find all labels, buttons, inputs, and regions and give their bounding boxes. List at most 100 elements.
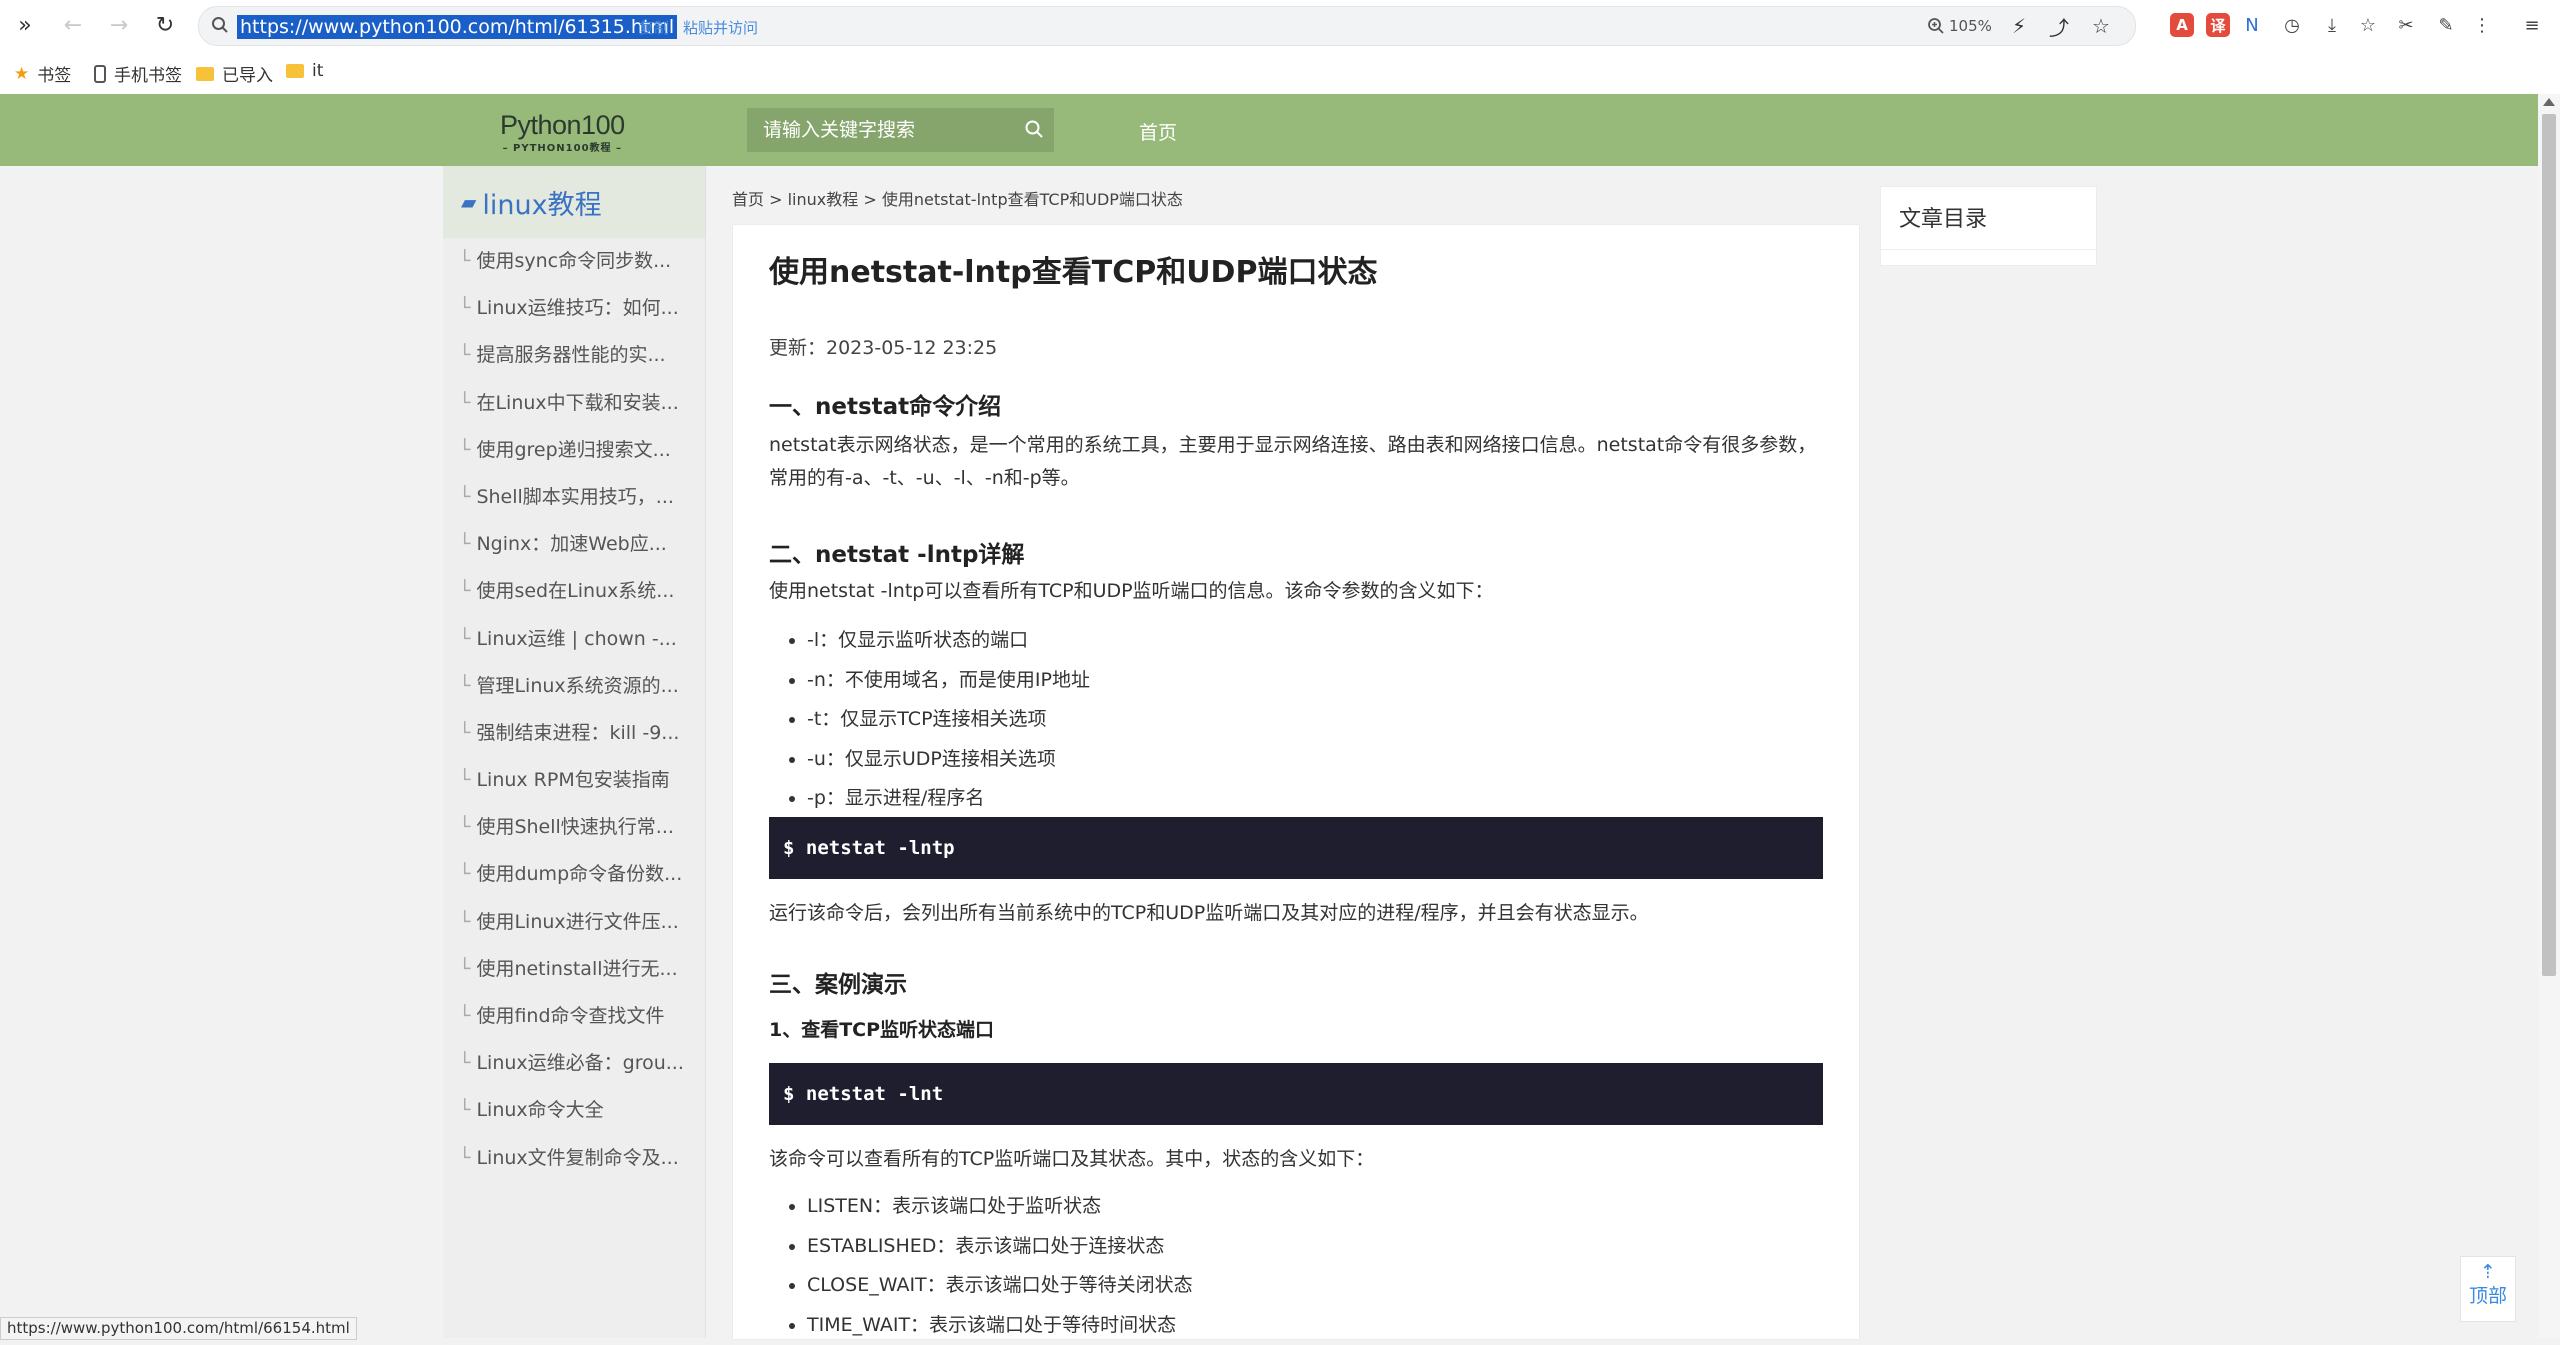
zoom-icon bbox=[1927, 17, 1945, 35]
tree-branch-icon: └ bbox=[459, 297, 470, 319]
sidebar-item[interactable]: └使用grep递归搜索文... bbox=[443, 427, 705, 474]
tree-branch-icon: └ bbox=[459, 344, 470, 366]
sidebar-item[interactable]: └强制结束进程：kill -9... bbox=[443, 710, 705, 757]
sidebar-list: └使用sync命令同步数... └Linux运维技巧：如何... └提高服务器性… bbox=[443, 238, 705, 1182]
pen-icon[interactable]: ✎ bbox=[2432, 11, 2460, 39]
tree-branch-icon: └ bbox=[459, 486, 470, 508]
status-bar-url: https://www.python100.com/html/66154.htm… bbox=[0, 1317, 357, 1340]
tree-branch-icon: └ bbox=[459, 911, 470, 933]
sidebar-item[interactable]: └使用netinstall进行无... bbox=[443, 946, 705, 993]
code-block: $ netstat -lntp bbox=[769, 817, 1823, 879]
bookmark-item[interactable]: 已导入 bbox=[196, 61, 273, 86]
site-search bbox=[747, 108, 1054, 152]
options-list: -l：仅显示监听状态的端口 -n：不使用域名，而是使用IP地址 -t：仅显示TC… bbox=[773, 621, 1090, 819]
subsection-heading: 1、查看TCP监听状态端口 bbox=[769, 1015, 994, 1042]
list-item: -u：仅显示UDP连接相关选项 bbox=[807, 740, 1090, 780]
page-scrollbar[interactable] bbox=[2538, 94, 2560, 1338]
search-input[interactable] bbox=[761, 118, 1020, 142]
sidebar-item[interactable]: └使用Shell快速执行常... bbox=[443, 804, 705, 851]
pdf-extension-icon[interactable]: A bbox=[2170, 13, 2194, 37]
zoom-indicator[interactable]: 105% bbox=[1927, 17, 1992, 35]
paragraph: 该命令可以查看所有的TCP监听端口及其状态。其中，状态的含义如下： bbox=[769, 1143, 1823, 1176]
copy-button[interactable]: 复制 bbox=[639, 17, 669, 38]
paste-visit-button[interactable]: 粘贴并访问 bbox=[683, 17, 758, 38]
tree-branch-icon: └ bbox=[459, 1052, 470, 1074]
sidebar-item[interactable]: └Linux运维必备：grou... bbox=[443, 1040, 705, 1087]
address-bar[interactable]: https://www.python100.com/html/61315.htm… bbox=[198, 6, 2136, 46]
scissors-icon[interactable]: ✂ bbox=[2392, 11, 2420, 39]
breadcrumb: 首页 > linux教程 > 使用netstat-lntp查看TCP和UDP端口… bbox=[732, 186, 1183, 210]
article-update-time: 更新：2023-05-12 23:25 bbox=[769, 333, 997, 360]
tree-branch-icon: └ bbox=[459, 1005, 470, 1027]
tree-branch-icon: └ bbox=[459, 250, 470, 272]
bookmark-item[interactable]: it bbox=[286, 61, 323, 81]
more-icon[interactable]: ⋮ bbox=[2468, 11, 2496, 39]
book-icon: ▰ bbox=[461, 190, 476, 214]
list-item: CLOSE_WAIT：表示该端口处于等待关闭状态 bbox=[807, 1266, 1193, 1306]
tree-branch-icon: └ bbox=[459, 439, 470, 461]
tree-branch-icon: └ bbox=[459, 675, 470, 697]
site-header: Python100 – PYTHON100教程 – 首页 bbox=[0, 94, 2538, 166]
breadcrumb-category[interactable]: linux教程 bbox=[788, 190, 859, 209]
sidebar-item[interactable]: └Linux运维 | chown -... bbox=[443, 616, 705, 663]
tree-branch-icon: └ bbox=[459, 863, 470, 885]
tree-branch-icon: └ bbox=[459, 533, 470, 555]
translate-extension-icon[interactable]: 译 bbox=[2206, 13, 2230, 37]
sidebar-item[interactable]: └Nginx：加速Web应... bbox=[443, 521, 705, 568]
sidebar-item[interactable]: └使用sed在Linux系统... bbox=[443, 568, 705, 615]
browser-toolbar: » ← → ↻ https://www.python100.com/html/6… bbox=[0, 0, 2560, 50]
sidebar-item[interactable]: └使用dump命令备份数... bbox=[443, 851, 705, 898]
sidebar-item[interactable]: └使用Linux进行文件压... bbox=[443, 899, 705, 946]
nav-home-link[interactable]: 首页 bbox=[1139, 118, 1177, 145]
bookmarks-bar: ★ 书签 手机书签 已导入 it bbox=[0, 50, 2560, 95]
favorites-icon[interactable]: ☆ bbox=[2354, 11, 2382, 39]
back-to-top-button[interactable]: ⇡ 顶部 bbox=[2460, 1256, 2516, 1322]
folder-icon bbox=[196, 67, 214, 81]
sidebar-item[interactable]: └使用find命令查找文件 bbox=[443, 993, 705, 1040]
scroll-up-icon[interactable] bbox=[2543, 98, 2555, 106]
sidebar-item[interactable]: └Linux RPM包安装指南 bbox=[443, 757, 705, 804]
back-icon[interactable]: ← bbox=[56, 8, 90, 42]
sidebar-toggle-icon[interactable]: » bbox=[8, 8, 42, 42]
sidebar-item[interactable]: └提高服务器性能的实... bbox=[443, 332, 705, 379]
sidebar-item[interactable]: └Linux文件复制命令及... bbox=[443, 1135, 705, 1182]
list-item: ESTABLISHED：表示该端口处于连接状态 bbox=[807, 1227, 1193, 1267]
toc-title: 文章目录 bbox=[1881, 187, 2096, 250]
article-title: 使用netstat-lntp查看TCP和UDP端口状态 bbox=[769, 251, 1823, 295]
bookmark-item[interactable]: 手机书签 bbox=[94, 61, 182, 86]
sidebar-item[interactable]: └管理Linux系统资源的... bbox=[443, 663, 705, 710]
bookmark-item[interactable]: ★ 书签 bbox=[14, 61, 71, 86]
search-icon bbox=[211, 16, 229, 38]
article-card: 使用netstat-lntp查看TCP和UDP端口状态 更新：2023-05-1… bbox=[732, 224, 1860, 1340]
tree-branch-icon: └ bbox=[459, 1099, 470, 1121]
tree-branch-icon: └ bbox=[459, 580, 470, 602]
download-icon[interactable]: ⤓ bbox=[2318, 11, 2346, 39]
breadcrumb-home[interactable]: 首页 bbox=[732, 190, 764, 209]
paragraph: netstat表示网络状态，是一个常用的系统工具，主要用于显示网络连接、路由表和… bbox=[769, 429, 1823, 495]
url-text[interactable]: https://www.python100.com/html/61315.htm… bbox=[237, 15, 677, 39]
category-sidebar: ▰ linux教程 └使用sync命令同步数... └Linux运维技巧：如何.… bbox=[443, 166, 706, 1338]
sidebar-item[interactable]: └Shell脚本实用技巧，... bbox=[443, 474, 705, 521]
tree-branch-icon: └ bbox=[459, 628, 470, 650]
list-item: -n：不使用域名，而是使用IP地址 bbox=[807, 661, 1090, 701]
star-icon[interactable]: ☆ bbox=[2089, 14, 2113, 38]
section-heading: 二、netstat -lntp详解 bbox=[769, 535, 1024, 569]
list-item: TIME_WAIT：表示该端口处于等待时间状态 bbox=[807, 1306, 1193, 1345]
search-icon[interactable] bbox=[1024, 119, 1044, 143]
scroll-thumb[interactable] bbox=[2542, 114, 2556, 976]
sidebar-title[interactable]: ▰ linux教程 bbox=[443, 166, 705, 238]
writing-extension-icon[interactable]: N bbox=[2238, 11, 2266, 39]
sidebar-item[interactable]: └Linux运维技巧：如何... bbox=[443, 285, 705, 332]
share-icon[interactable]: ⤴ bbox=[2047, 14, 2071, 38]
lightning-icon[interactable]: ⚡ bbox=[2007, 14, 2031, 38]
site-logo[interactable]: Python100 – PYTHON100教程 – bbox=[500, 110, 625, 154]
sidebar-item[interactable]: └在Linux中下载和安装... bbox=[443, 380, 705, 427]
tree-branch-icon: └ bbox=[459, 722, 470, 744]
reload-icon[interactable]: ↻ bbox=[148, 8, 182, 42]
list-item: -l：仅显示监听状态的端口 bbox=[807, 621, 1090, 661]
sidebar-item[interactable]: └使用sync命令同步数... bbox=[443, 238, 705, 285]
sidebar-item[interactable]: └Linux命令大全 bbox=[443, 1087, 705, 1134]
history-icon[interactable]: ◷ bbox=[2278, 11, 2306, 39]
menu-icon[interactable]: ≡ bbox=[2518, 11, 2546, 39]
forward-icon[interactable]: → bbox=[102, 8, 136, 42]
